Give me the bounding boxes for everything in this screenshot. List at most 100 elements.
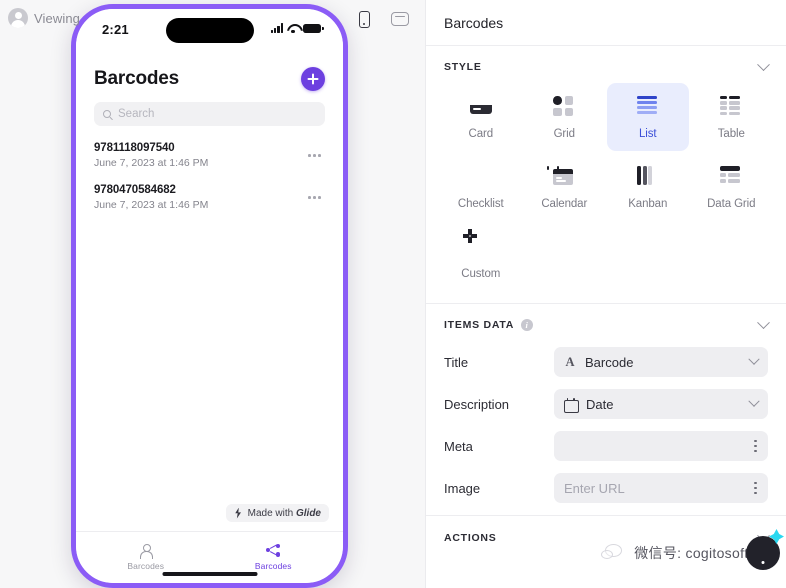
description-dropdown[interactable]: Date [554,389,768,419]
made-with-prefix: Made with [247,507,296,519]
title-dropdown[interactable]: A Barcode [554,347,768,377]
style-option-label: Data Grid [707,198,756,210]
tab-barcodes-1[interactable]: Barcodes [82,537,210,571]
checklist-style-icon [470,166,492,188]
card-style-icon [470,96,492,118]
tab-label: Barcodes [254,560,292,571]
meta-control[interactable] [554,431,768,461]
field-row-title: Title A Barcode [426,341,786,383]
list-item-title: 9780470584682 [94,184,176,196]
style-option-custom[interactable]: Custom [440,223,522,291]
info-icon[interactable]: i [521,319,534,331]
list-style-icon [636,96,659,118]
field-value: Date [586,396,614,412]
more-horizontal-icon[interactable] [304,192,325,203]
more-horizontal-icon[interactable] [304,150,325,161]
style-option-label: Calendar [541,198,588,210]
device-toggle-tablet[interactable] [387,6,413,32]
style-option-grid[interactable]: Grid [524,83,606,151]
tab-barcodes-2[interactable]: Barcodes [210,537,338,571]
bolt-icon [235,507,242,519]
list-item[interactable]: 9781118097540 June 7, 2023 at 1:46 PM [94,136,325,178]
person-icon [139,543,154,559]
items-data-section-title: ITEMS DATA i [444,319,534,331]
search-placeholder: Search [118,108,155,120]
style-option-card[interactable]: Card [440,83,522,151]
made-with-glide-badge[interactable]: Made with Glide [225,504,329,522]
image-url-input[interactable]: Enter URL [554,473,768,503]
home-indicator [162,572,257,576]
field-label: Description [444,396,510,412]
style-option-table[interactable]: Table [691,83,773,151]
field-row-meta: Meta [426,425,786,467]
tab-label: Barcodes [127,560,165,571]
dynamic-island [165,18,254,43]
battery-icon [303,23,324,33]
phone-icon [358,10,370,28]
calendar-style-icon [547,166,575,188]
chevron-down-icon[interactable] [757,315,770,329]
custom-style-icon [462,229,492,258]
more-vertical-icon[interactable] [753,480,758,497]
cellular-signal-icon [270,23,283,33]
field-row-description: Description Date [426,383,786,425]
preview-canvas: Viewing 2:21 Barcodes Search 97811180975… [0,0,425,588]
style-section-header[interactable]: STYLE [426,46,786,83]
actions-section-title: ACTIONS [444,532,497,544]
chevron-down-icon[interactable] [757,57,770,71]
chevron-down-icon [748,353,760,365]
list-item-text: 9780470584682 June 7, 2023 at 1:46 PM [94,184,208,211]
field-placeholder: Enter URL [564,480,625,496]
tablet-icon [391,12,409,26]
list-item[interactable]: 9780470584682 June 7, 2023 at 1:46 PM [94,178,325,220]
actions-section-header[interactable]: ACTIONS [426,516,786,558]
list-item-subtitle: June 7, 2023 at 1:46 PM [94,157,209,169]
grid-style-icon [553,96,575,118]
style-option-data-grid[interactable]: Data Grid [691,153,773,221]
device-toggle-phone[interactable] [351,6,377,32]
page-title: Barcodes [94,68,179,89]
chevron-down-icon [748,395,760,407]
made-with-label: Made with Glide [248,508,321,519]
style-option-label: Grid [553,128,575,140]
status-bar: 2:21 [76,9,343,49]
add-item-button[interactable] [301,67,325,91]
viewing-label: Viewing [34,10,80,26]
list-item-text: 9781118097540 June 7, 2023 at 1:46 PM [94,142,208,169]
search-icon [103,110,111,118]
status-time: 2:21 [102,22,129,37]
item-list: 9781118097540 June 7, 2023 at 1:46 PM 97… [76,126,343,504]
style-option-label: List [639,128,657,140]
status-icons [270,23,324,33]
search-input[interactable]: Search [94,102,325,126]
settings-panel: Barcodes STYLE Card Grid List Table Chec… [425,0,786,588]
viewing-indicator: Viewing [8,8,80,28]
style-option-list[interactable]: List [607,83,689,151]
kanban-style-icon [636,166,659,188]
field-row-image: Image Enter URL [426,467,786,509]
field-value: Barcode [585,354,634,370]
field-label: Image [444,480,481,496]
items-data-section-header[interactable]: ITEMS DATA i [426,304,786,341]
style-option-calendar[interactable]: Calendar [524,153,606,221]
data-grid-style-icon [720,166,742,188]
panel-header: Barcodes [426,0,786,46]
panel-title: Barcodes [444,14,504,31]
style-option-label: Kanban [628,198,668,210]
style-option-label: Custom [461,268,501,280]
phone-screen: 2:21 Barcodes Search 9781118097540 June … [76,9,343,583]
table-style-icon [720,96,742,118]
style-option-checklist[interactable]: Checklist [440,153,522,221]
avatar [8,8,28,28]
app-root: Viewing 2:21 Barcodes Search 97811180975… [0,0,786,588]
text-type-icon: A [565,354,575,369]
style-option-label: Table [717,128,745,140]
style-option-label: Card [468,128,494,140]
made-with-brand: Glide [295,507,321,519]
wifi-icon [287,23,299,33]
list-item-title: 9781118097540 [94,142,175,154]
phone-mockup: 2:21 Barcodes Search 9781118097540 June … [71,4,348,588]
style-option-kanban[interactable]: Kanban [607,153,689,221]
more-vertical-icon[interactable] [753,438,758,455]
list-item-subtitle: June 7, 2023 at 1:46 PM [94,199,209,211]
